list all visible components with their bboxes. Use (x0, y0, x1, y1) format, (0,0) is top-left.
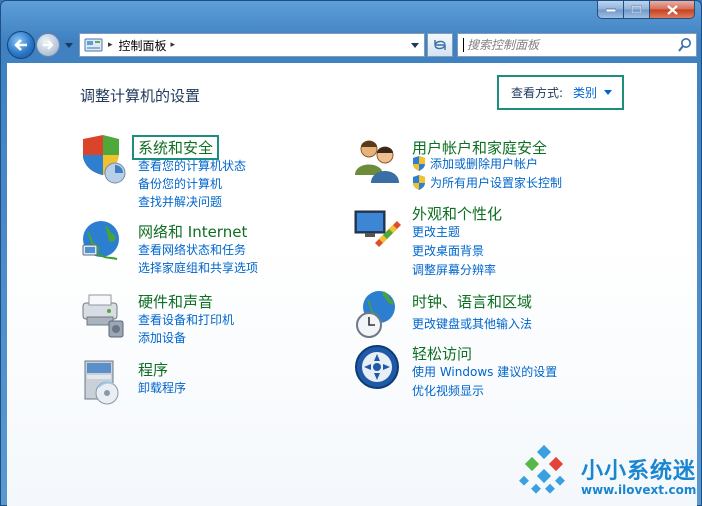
link-label[interactable]: 为所有用户设置家长控制 (430, 174, 562, 191)
maximize-icon (631, 5, 642, 14)
link-view-devices-printers[interactable]: 查看设备和打印机 (138, 311, 234, 328)
programs-icon (84, 360, 119, 405)
close-button[interactable] (650, 1, 695, 19)
minimize-button[interactable] (597, 1, 624, 19)
back-arrow-icon (14, 39, 27, 51)
link-add-remove-accounts[interactable]: 添加或删除用户帐户 (412, 155, 538, 172)
link-view-computer-status[interactable]: 查看您的计算机状态 (138, 157, 246, 174)
navigation-bar: ▸ 控制面板 ▸ (7, 31, 697, 59)
clock-language-icon (356, 291, 395, 338)
link-label[interactable]: 添加或删除用户帐户 (430, 155, 538, 172)
address-dropdown-button[interactable] (406, 34, 424, 56)
link-change-desktop-background[interactable]: 更改桌面背景 (412, 242, 484, 259)
chevron-down-icon (411, 42, 419, 48)
category-title-ease-of-access[interactable]: 轻松访问 (412, 343, 472, 364)
link-find-fix-problems[interactable]: 查找并解决问题 (138, 193, 222, 210)
category-ease-of-access: 轻松访问 使用 Windows 建议的设置 优化视频显示 (353, 343, 643, 403)
search-icon[interactable] (678, 37, 692, 53)
category-title-clock-language[interactable]: 时钟、语言和区域 (412, 291, 532, 312)
link-parental-controls[interactable]: 为所有用户设置家长控制 (412, 174, 562, 191)
category-title-programs[interactable]: 程序 (138, 359, 168, 380)
category-hardware-sound: 硬件和声音 查看设备和打印机 添加设备 (79, 289, 329, 349)
link-change-keyboard-input[interactable]: 更改键盘或其他输入法 (412, 315, 532, 332)
text-caret (463, 38, 464, 52)
link-change-theme[interactable]: 更改主题 (412, 223, 460, 240)
user-accounts-icon (355, 140, 399, 183)
address-separator[interactable]: ▸ (108, 40, 113, 50)
address-separator-trailing[interactable]: ▸ (171, 40, 176, 50)
category-title-appearance[interactable]: 外观和个性化 (412, 203, 502, 224)
refresh-button[interactable] (427, 33, 453, 57)
view-by-dropdown[interactable]: 类别 (573, 84, 597, 101)
uac-shield-icon (413, 156, 425, 171)
link-view-network-status[interactable]: 查看网络状态和任务 (138, 241, 246, 258)
close-icon (666, 4, 678, 15)
address-bar[interactable]: ▸ 控制面板 ▸ (79, 33, 425, 57)
link-uninstall-program[interactable]: 卸载程序 (138, 379, 186, 396)
view-by-label: 查看方式: (511, 86, 564, 100)
link-adjust-resolution[interactable]: 调整屏幕分辨率 (412, 261, 496, 278)
maximize-button[interactable] (624, 1, 650, 19)
control-panel-icon (84, 38, 103, 52)
watermark-name: 小小系统迷 (581, 459, 697, 484)
back-button[interactable] (7, 31, 35, 59)
network-internet-icon (82, 221, 119, 260)
refresh-icon (434, 40, 446, 50)
forward-arrow-icon (43, 40, 54, 50)
category-user-accounts: 用户帐户和家庭安全 添加或删除用户帐户 为所有用户设置家长控制 (353, 135, 643, 195)
link-backup-computer[interactable]: 备份您的计算机 (138, 175, 222, 192)
category-programs: 程序 卸载程序 (79, 357, 329, 407)
category-clock-language: 时钟、语言和区域 更改键盘或其他输入法 (353, 289, 643, 339)
forward-button[interactable] (36, 33, 60, 57)
category-appearance: 外观和个性化 更改主题 更改桌面背景 调整屏幕分辨率 (353, 203, 643, 277)
link-optimize-display[interactable]: 优化视频显示 (412, 382, 484, 399)
minimize-icon (605, 8, 616, 12)
history-dropdown-button[interactable] (63, 37, 75, 53)
hardware-sound-icon (82, 294, 124, 338)
appearance-icon (354, 210, 401, 247)
chevron-down-icon (65, 42, 73, 48)
category-system-security: 系统和安全 查看您的计算机状态 备份您的计算机 查找并解决问题 (79, 135, 329, 209)
system-security-icon (83, 135, 126, 184)
watermark-logo: 小小系统迷 www.ilovext.com (517, 445, 697, 505)
chevron-down-icon[interactable] (604, 90, 613, 95)
window-controls (597, 1, 695, 19)
ease-of-access-icon (355, 345, 399, 389)
watermark-logo-icon (519, 445, 565, 494)
link-windows-recommended-settings[interactable]: 使用 Windows 建议的设置 (412, 363, 557, 380)
window-frame: ▸ 控制面板 ▸ 调整计算机的设置 查看 (0, 0, 702, 506)
content-area: 调整计算机的设置 查看方式: 类别 系统和安全 查看您的计算机状态 备份您的计算… (7, 63, 697, 506)
uac-shield-icon (413, 175, 425, 190)
search-box[interactable] (457, 33, 697, 57)
link-homegroup-sharing[interactable]: 选择家庭组和共享选项 (138, 259, 258, 276)
link-add-device[interactable]: 添加设备 (138, 329, 186, 346)
page-title: 调整计算机的设置 (80, 87, 201, 105)
search-input[interactable] (467, 38, 667, 52)
view-by-box: 查看方式: 类别 (497, 75, 624, 110)
category-title-hardware-sound[interactable]: 硬件和声音 (138, 291, 213, 312)
address-breadcrumb[interactable]: 控制面板 (119, 37, 167, 54)
watermark-url: www.ilovext.com (581, 483, 697, 497)
category-network-internet: 网络和 Internet 查看网络状态和任务 选择家庭组和共享选项 (79, 219, 329, 279)
category-title-network-internet[interactable]: 网络和 Internet (138, 221, 247, 242)
